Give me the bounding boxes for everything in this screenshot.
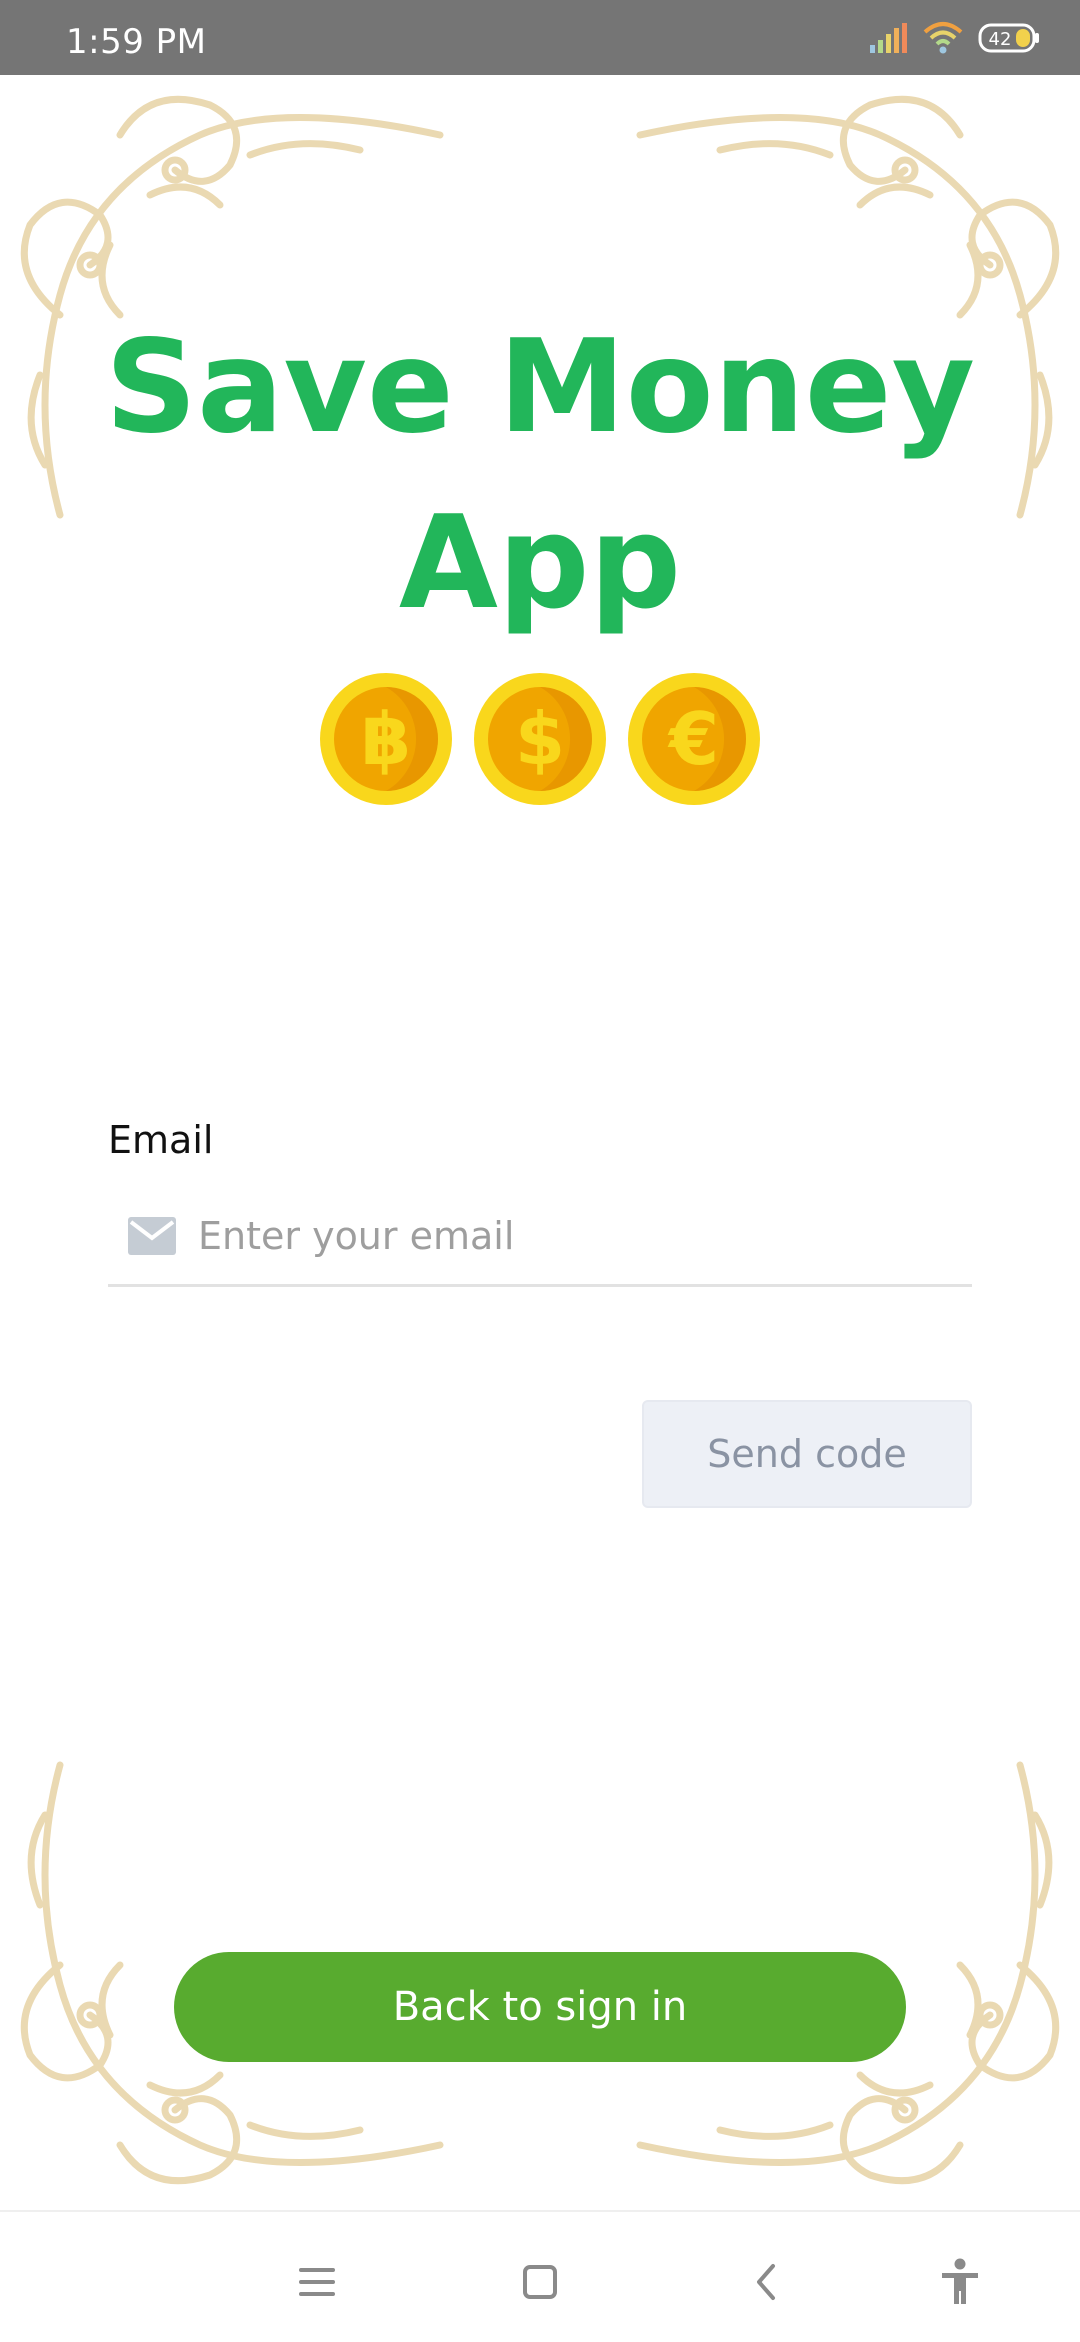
email-input[interactable] bbox=[198, 1214, 958, 1258]
home-icon[interactable] bbox=[510, 2252, 570, 2312]
status-bar: 1:59 PM 42 bbox=[0, 0, 1080, 75]
app-title-line2: App bbox=[398, 489, 682, 638]
bitcoin-coin-icon: ฿ bbox=[320, 673, 452, 805]
email-field[interactable] bbox=[108, 1188, 972, 1287]
back-to-sign-in-button[interactable]: Back to sign in bbox=[174, 1952, 906, 2062]
navigation-bar bbox=[0, 2210, 1080, 2342]
back-icon[interactable] bbox=[737, 2252, 797, 2312]
email-label: Email bbox=[108, 1118, 214, 1162]
app-title: Save Money App bbox=[0, 300, 1080, 652]
svg-text:$: $ bbox=[515, 697, 565, 781]
wifi-icon bbox=[923, 22, 963, 54]
battery-level: 42 bbox=[989, 29, 1012, 50]
status-time: 1:59 PM bbox=[66, 22, 207, 62]
status-icons: 42 bbox=[868, 18, 1042, 58]
svg-text:€: € bbox=[667, 697, 719, 781]
signal-icon bbox=[870, 23, 907, 53]
accessibility-icon[interactable] bbox=[930, 2252, 990, 2312]
mail-icon bbox=[128, 1217, 176, 1255]
send-code-button[interactable]: Send code bbox=[642, 1400, 972, 1508]
coin-icons: ฿ $ € bbox=[0, 672, 1080, 806]
dollar-coin-icon: $ bbox=[474, 673, 606, 805]
menu-icon[interactable] bbox=[287, 2252, 347, 2312]
svg-text:฿: ฿ bbox=[361, 697, 411, 781]
euro-coin-icon: € bbox=[628, 673, 760, 805]
app-title-line1: Save Money bbox=[104, 313, 976, 462]
battery-icon: 42 bbox=[978, 23, 1039, 53]
